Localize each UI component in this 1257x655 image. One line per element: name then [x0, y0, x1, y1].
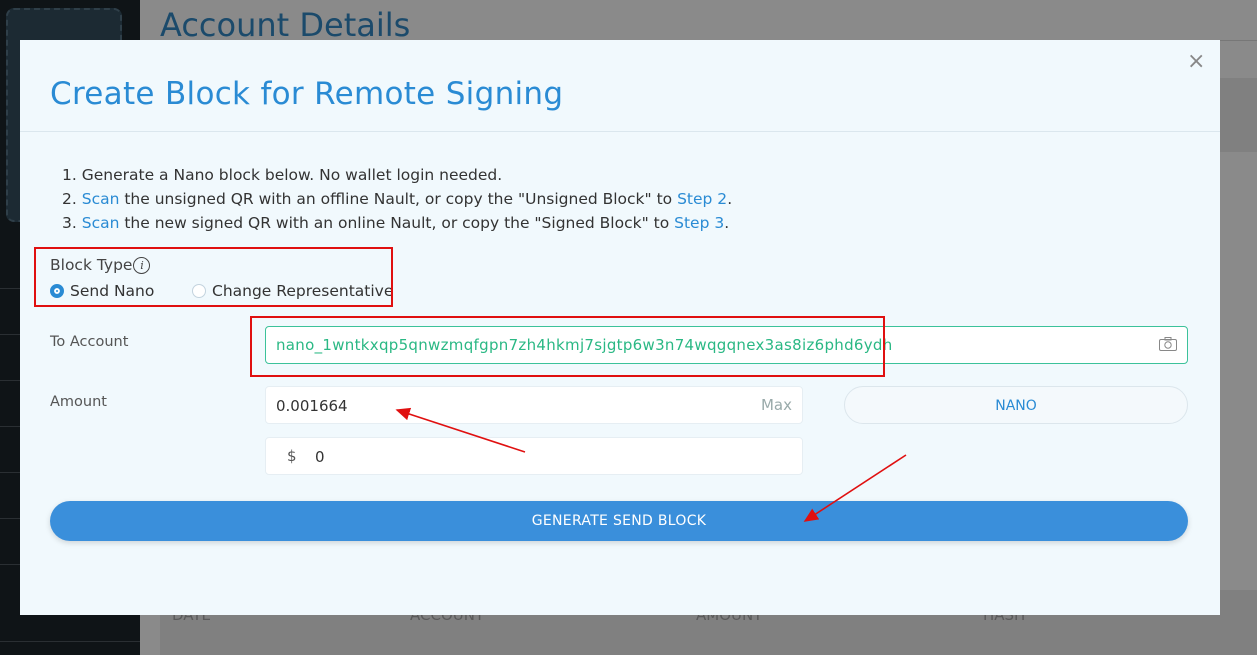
unit-select-button[interactable]: NANO — [844, 386, 1188, 424]
fiat-amount-input[interactable]: $ 0 — [265, 437, 803, 475]
step-2-link[interactable]: Step 2 — [677, 190, 727, 208]
max-button[interactable]: Max — [761, 396, 792, 414]
scan-link-step-3[interactable]: Scan — [82, 214, 120, 232]
scan-link-step-2[interactable]: Scan — [82, 190, 120, 208]
amount-value: 0.001664 — [276, 397, 348, 415]
step-1-text: Generate a Nano block below. No wallet l… — [81, 166, 503, 184]
page-title: Account Details — [160, 6, 411, 44]
currency-symbol: $ — [287, 447, 297, 465]
step-2: 2. Scan the unsigned QR with an offline … — [62, 190, 733, 208]
fiat-value: 0 — [315, 448, 325, 466]
instruction-steps: 1. Generate a Nano block below. No walle… — [62, 163, 732, 235]
to-account-label: To Account — [50, 334, 129, 350]
step-3-link[interactable]: Step 3 — [674, 214, 724, 232]
step-3: 3. Scan the new signed QR with an online… — [62, 214, 730, 232]
annotation-box-to-account — [250, 316, 885, 377]
amount-label: Amount — [50, 394, 107, 410]
generate-send-block-button[interactable]: GENERATE SEND BLOCK — [50, 501, 1188, 541]
modal-header: Create Block for Remote Signing × — [20, 40, 1220, 132]
amount-input[interactable]: 0.001664 Max — [265, 386, 803, 424]
step-1: 1. Generate a Nano block below. No walle… — [62, 166, 503, 184]
annotation-box-block-type — [34, 247, 393, 307]
camera-icon[interactable] — [1159, 337, 1177, 351]
modal-title: Create Block for Remote Signing — [50, 76, 564, 112]
close-icon[interactable]: × — [1187, 51, 1205, 73]
